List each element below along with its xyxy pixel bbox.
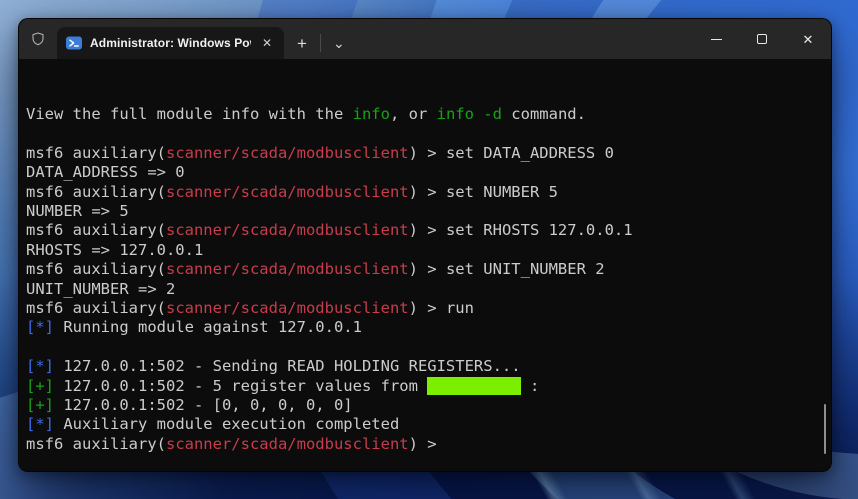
terminal-line: msf6 auxiliary(scanner/scada/modbusclien… <box>26 183 831 202</box>
new-tab-button[interactable]: + <box>284 27 320 59</box>
terminal-text-segment: info <box>352 105 390 123</box>
tab-title: Administrator: Windows Powe <box>90 36 251 50</box>
terminal-text-segment: [*] <box>26 357 54 376</box>
terminal-text-segment: NUMBER => 5 <box>26 202 129 221</box>
terminal-text-segment: ) > set NUMBER 5 <box>408 182 558 201</box>
terminal-window: Administrator: Windows Powe ✕ + ⌄ ✕ View… <box>18 18 832 472</box>
tab-powershell[interactable]: Administrator: Windows Powe ✕ <box>57 27 284 59</box>
close-icon: ✕ <box>802 31 814 47</box>
terminal-line: RHOSTS => 127.0.0.1 <box>26 241 831 260</box>
terminal-text-segment: msf6 auxiliary( <box>26 221 166 240</box>
window-controls: ✕ <box>693 19 831 59</box>
tab-dropdown-button[interactable]: ⌄ <box>321 27 357 59</box>
terminal-line: msf6 auxiliary(scanner/scada/modbusclien… <box>26 221 831 240</box>
terminal-text-segment: msf6 auxiliary( <box>26 434 166 453</box>
terminal-line: [+] 127.0.0.1:502 - 5 register values fr… <box>26 376 831 396</box>
terminal-line: [*] Auxiliary module execution completed <box>26 415 831 434</box>
terminal-text-segment: ) > set DATA_ADDRESS 0 <box>408 143 614 162</box>
chevron-down-icon: ⌄ <box>332 35 345 51</box>
terminal-text-segment: DATA_ADDRESS => 0 <box>26 163 185 182</box>
terminal-text-segment: ) > <box>408 434 446 453</box>
terminal-line: msf6 auxiliary(scanner/scada/modbusclien… <box>26 144 831 163</box>
tab-close-icon[interactable]: ✕ <box>259 35 275 51</box>
terminal-text-segment: ) > set UNIT_NUMBER 2 <box>408 260 605 279</box>
terminal-line: [*] Running module against 127.0.0.1 <box>26 318 831 337</box>
terminal-text-segment: ) > run <box>408 299 474 318</box>
terminal-text-segment: ) > set RHOSTS 127.0.0.1 <box>408 221 633 240</box>
terminal-text-segment: 127.0.0.1:502 - Sending READ HOLDING REG… <box>54 357 521 376</box>
terminal-text-segment: scanner/scada/modbusclient <box>165 143 409 162</box>
terminal-text-segment: msf6 auxiliary( <box>26 182 166 201</box>
terminal-text-segment: 127.0.0.1:502 - 5 register values from <box>54 376 428 395</box>
plus-icon: + <box>297 33 307 53</box>
terminal-text-segment: 127.0.0.1:502 - [0, 0, 0, 0, 0] <box>54 396 353 415</box>
terminal-text-segment: scanner/scada/modbusclient <box>165 182 409 201</box>
terminal-line: msf6 auxiliary(scanner/scada/modbusclien… <box>26 299 831 318</box>
scrollbar[interactable] <box>824 404 826 454</box>
terminal-text-segment: scanner/scada/modbusclient <box>165 299 409 318</box>
close-button[interactable]: ✕ <box>785 19 831 59</box>
powershell-icon <box>66 35 82 51</box>
redacted-highlight <box>427 376 521 395</box>
terminal-text-segment: RHOSTS => 127.0.0.1 <box>26 240 204 259</box>
terminal-line: [*] 127.0.0.1:502 - Sending READ HOLDING… <box>26 357 831 376</box>
terminal-line: NUMBER => 5 <box>26 202 831 221</box>
maximize-button[interactable] <box>739 19 785 59</box>
terminal-text-segment: UNIT_NUMBER => 2 <box>26 279 176 298</box>
terminal-line: DATA_ADDRESS => 0 <box>26 163 831 182</box>
terminal-text-segment: scanner/scada/modbusclient <box>165 260 409 279</box>
admin-shield-icon <box>19 19 57 59</box>
terminal-line: UNIT_NUMBER => 2 <box>26 280 831 299</box>
terminal-line: [+] 127.0.0.1:502 - [0, 0, 0, 0, 0] <box>26 396 831 415</box>
maximize-icon <box>757 34 767 44</box>
terminal-text-segment: Running module against 127.0.0.1 <box>54 318 362 337</box>
terminal-text-segment: [+] <box>26 396 54 415</box>
terminal-line: msf6 auxiliary(scanner/scada/modbusclien… <box>26 435 831 454</box>
terminal-text-segment: scanner/scada/modbusclient <box>165 434 409 453</box>
terminal-text-segment: info -d <box>436 105 502 123</box>
terminal-line: msf6 auxiliary(scanner/scada/modbusclien… <box>26 260 831 279</box>
terminal-line: View the full module info with the info,… <box>26 105 831 124</box>
desktop-wallpaper: Administrator: Windows Powe ✕ + ⌄ ✕ View… <box>0 0 858 499</box>
terminal-output[interactable]: View the full module info with the info,… <box>19 59 831 471</box>
terminal-text-segment: [*] <box>26 415 54 434</box>
terminal-text-segment: msf6 auxiliary( <box>26 260 166 279</box>
terminal-text-segment: : <box>520 376 540 395</box>
terminal-text-segment: [*] <box>26 318 54 337</box>
terminal-text-segment: View the full module info with the <box>26 105 353 123</box>
terminal-text-segment: msf6 auxiliary( <box>26 143 166 162</box>
minimize-icon <box>710 38 722 40</box>
terminal-text-segment: command. <box>501 105 586 123</box>
terminal-text-segment: [+] <box>26 376 54 395</box>
minimize-button[interactable] <box>693 19 739 59</box>
terminal-text-segment: Auxiliary module execution completed <box>54 415 400 434</box>
terminal-text-segment: scanner/scada/modbusclient <box>165 221 409 240</box>
titlebar[interactable]: Administrator: Windows Powe ✕ + ⌄ ✕ <box>19 19 831 59</box>
terminal-text-segment: msf6 auxiliary( <box>26 299 166 318</box>
terminal-text-segment: , or <box>389 105 437 123</box>
